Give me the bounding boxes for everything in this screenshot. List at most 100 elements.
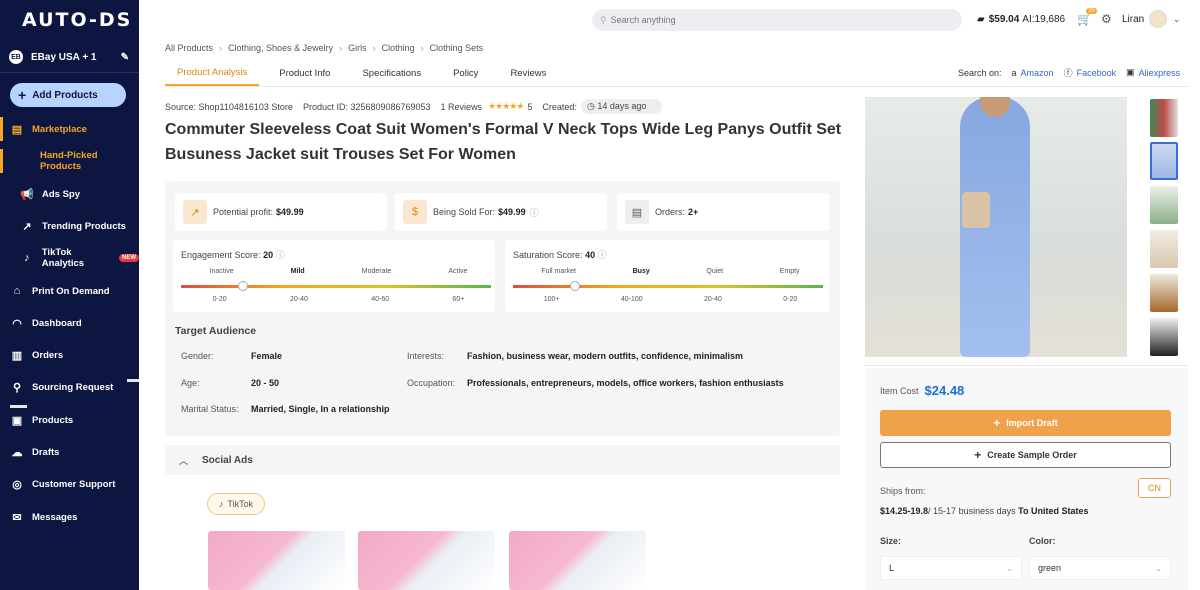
social-ads-label: Social Ads bbox=[202, 454, 253, 466]
search-icon: ⚲ bbox=[600, 14, 607, 25]
marketplace-icon: ▤ bbox=[11, 123, 23, 136]
source-store[interactable]: Source: Shop1104816103 Store bbox=[165, 102, 293, 112]
sold-for-card: $ Being Sold For: $49.99 ⓘ bbox=[395, 193, 607, 231]
username[interactable]: Liran bbox=[1122, 14, 1144, 25]
breadcrumb-item[interactable]: Clothing bbox=[382, 43, 415, 53]
sidebar-item-sourcing-request[interactable]: ⚲ Sourcing Request bbox=[0, 375, 139, 399]
sidebar-item-label: Hand-Picked Products bbox=[40, 150, 98, 172]
level-label: Empty bbox=[779, 268, 800, 275]
global-search[interactable]: ⚲ bbox=[592, 9, 962, 31]
breadcrumb-item[interactable]: Girls bbox=[348, 43, 367, 53]
profit-value: $49.99 bbox=[276, 207, 304, 217]
sidebar-item-tiktok-analytics[interactable]: ♪ TikTok Analytics NEW bbox=[0, 246, 139, 270]
divider bbox=[165, 86, 1188, 87]
sidebar-item-label: Sourcing Request bbox=[32, 381, 114, 393]
info-icon[interactable]: ⓘ bbox=[598, 250, 607, 260]
engagement-marker bbox=[238, 281, 248, 291]
saturation-bar bbox=[513, 285, 823, 288]
origin-country-button[interactable]: CN bbox=[1138, 478, 1171, 498]
autods-logo[interactable]: AUTO-DS bbox=[22, 9, 132, 31]
range-label: 20-40 bbox=[704, 296, 722, 303]
tiktok-label: TikTok bbox=[227, 499, 254, 509]
sidebar-item-label: Messages bbox=[32, 511, 78, 523]
image-thumbnail[interactable] bbox=[1150, 318, 1178, 356]
ad-video-thumbnail[interactable] bbox=[208, 531, 345, 590]
interests-value: Fashion, business wear, modern outfits, … bbox=[467, 351, 744, 361]
sidebar-item-drafts[interactable]: ☁ Drafts bbox=[0, 440, 139, 464]
breadcrumb-item[interactable]: Clothing Sets bbox=[430, 43, 484, 53]
tab-product-analysis[interactable]: Product Analysis bbox=[165, 60, 260, 86]
cart-icon[interactable]: 🛒 bbox=[1077, 12, 1092, 26]
aliexpress-link[interactable]: Aliexpress bbox=[1139, 68, 1181, 78]
saturation-ranges: 100+ 40-100 20-40 0-20 bbox=[513, 296, 828, 303]
sidebar-item-hand-picked[interactable]: Hand-Picked Products bbox=[0, 149, 139, 173]
avatar[interactable] bbox=[1149, 10, 1167, 28]
cloud-icon: ☁ bbox=[11, 446, 23, 459]
aliexpress-icon: ▣ bbox=[1126, 67, 1135, 77]
chevron-right-icon: › bbox=[372, 43, 376, 53]
image-thumbnail[interactable] bbox=[1150, 142, 1178, 180]
tab-specifications[interactable]: Specifications bbox=[350, 60, 433, 86]
cart-count: 35 bbox=[1086, 8, 1097, 14]
chevron-down-icon[interactable]: ⌄ bbox=[1173, 14, 1181, 25]
size-label: Size: bbox=[880, 536, 902, 546]
sidebar-item-messages[interactable]: ✉ Messages bbox=[0, 505, 139, 529]
breadcrumb-item[interactable]: Clothing, Shoes & Jewelry bbox=[228, 43, 333, 53]
add-products-label: Add Products bbox=[32, 89, 98, 101]
image-thumbnail[interactable] bbox=[1150, 230, 1178, 268]
add-products-button[interactable]: + Add Products bbox=[10, 83, 126, 107]
range-label: 40-60 bbox=[371, 296, 390, 303]
facebook-link[interactable]: Facebook bbox=[1077, 68, 1117, 78]
product-main-image[interactable] bbox=[865, 97, 1127, 357]
ad-video-thumbnail[interactable] bbox=[509, 531, 646, 590]
pencil-icon[interactable]: ✎ bbox=[121, 52, 129, 63]
sidebar: AUTO-DS EB EBay USA + 1 ✎ + Add Products… bbox=[0, 0, 139, 590]
color-label: Color: bbox=[1029, 536, 1056, 546]
potential-profit-card: ↗ Potential profit: $49.99 bbox=[175, 193, 387, 231]
tab-reviews[interactable]: Reviews bbox=[498, 60, 558, 86]
import-draft-button[interactable]: + Import Draft bbox=[880, 410, 1171, 436]
tab-product-info[interactable]: Product Info bbox=[267, 60, 342, 86]
scroll-indicator bbox=[127, 379, 139, 382]
store-selector[interactable]: EB EBay USA + 1 ✎ bbox=[9, 50, 129, 64]
gear-icon[interactable]: ⚙ bbox=[1101, 12, 1112, 26]
sidebar-item-products[interactable]: ▣ Products bbox=[0, 408, 139, 432]
level-label: Full market bbox=[541, 268, 576, 275]
sidebar-item-trending[interactable]: ↗ Trending Products bbox=[0, 214, 139, 238]
ad-video-thumbnail[interactable] bbox=[358, 531, 495, 590]
shipping-days: / 15-17 business days bbox=[928, 506, 1016, 516]
scroll-indicator bbox=[10, 405, 27, 408]
level-label: Active bbox=[448, 268, 468, 275]
age-label: Age: bbox=[181, 378, 200, 388]
sidebar-item-orders[interactable]: ▥ Orders bbox=[0, 343, 139, 367]
sidebar-item-marketplace[interactable]: ▤ Marketplace bbox=[0, 117, 139, 141]
sidebar-item-dashboard[interactable]: ◠ Dashboard bbox=[0, 311, 139, 335]
breadcrumb-item[interactable]: All Products bbox=[165, 43, 213, 53]
range-label: 0-20 bbox=[783, 296, 798, 303]
wallet[interactable]: ▰ $59.04 AI:19,686 bbox=[977, 14, 1065, 25]
info-icon[interactable]: ⓘ bbox=[530, 206, 539, 219]
chevron-up-icon[interactable]: ︿ bbox=[179, 454, 188, 467]
info-icon[interactable]: ⓘ bbox=[276, 250, 285, 260]
occupation-value: Professionals, entrepreneurs, models, of… bbox=[467, 378, 784, 388]
engagement-label: Engagement Score: 20 ⓘ bbox=[181, 250, 285, 260]
receipt-icon: ▤ bbox=[625, 200, 649, 224]
social-ads-header[interactable]: ︿ Social Ads bbox=[165, 445, 840, 475]
sidebar-item-print-on-demand[interactable]: ⌂ Print On Demand bbox=[0, 279, 139, 303]
size-select[interactable]: L ⌄ bbox=[880, 556, 1022, 580]
amazon-link[interactable]: Amazon bbox=[1021, 68, 1054, 78]
created-label: Created: bbox=[542, 101, 577, 112]
color-select[interactable]: green ⌄ bbox=[1029, 556, 1171, 580]
color-value: green bbox=[1038, 563, 1062, 573]
tab-policy[interactable]: Policy bbox=[441, 60, 490, 86]
create-sample-order-button[interactable]: + Create Sample Order bbox=[880, 442, 1171, 468]
image-thumbnail[interactable] bbox=[1150, 186, 1178, 224]
orders-card: ▤ Orders: 2+ bbox=[617, 193, 829, 231]
sidebar-item-ads-spy[interactable]: 📢 Ads Spy bbox=[0, 182, 139, 206]
sidebar-item-label: Dashboard bbox=[32, 317, 82, 329]
sidebar-item-customer-support[interactable]: ◎ Customer Support bbox=[0, 472, 139, 496]
image-thumbnail[interactable] bbox=[1150, 274, 1178, 312]
tiktok-filter-button[interactable]: ♪ TikTok bbox=[207, 493, 265, 515]
search-input[interactable] bbox=[610, 15, 911, 25]
image-thumbnail[interactable] bbox=[1150, 99, 1178, 137]
